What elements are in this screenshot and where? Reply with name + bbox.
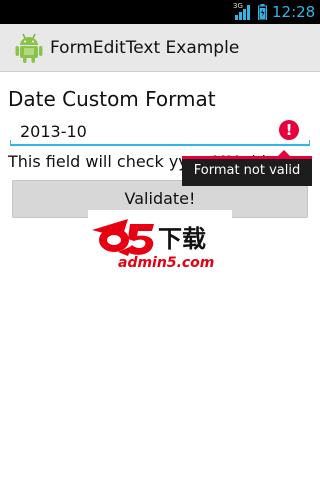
clock: 12:28 <box>272 3 316 21</box>
app-title: FormEditText Example <box>50 38 240 58</box>
battery-icon <box>258 4 267 20</box>
date-input-field[interactable]: 2013-10 <box>10 116 310 148</box>
error-popup-stripe <box>182 156 312 159</box>
field-label: Date Custom Format <box>8 87 216 111</box>
watermark-logo: 下载 admin5.com <box>88 210 232 271</box>
error-icon[interactable]: ! <box>279 120 299 140</box>
svg-text:admin5.com: admin5.com <box>118 255 214 270</box>
action-bar: FormEditText Example <box>0 24 320 72</box>
error-popup: Format not valid <box>182 150 312 186</box>
a5-logo-icon: 下载 admin5.com <box>92 219 214 271</box>
signal-icon <box>235 5 250 20</box>
date-input-value[interactable]: 2013-10 <box>20 122 87 142</box>
svg-text:下载: 下载 <box>158 225 206 253</box>
android-icon[interactable] <box>12 31 46 65</box>
input-underline <box>10 140 310 146</box>
error-message: Format not valid <box>193 163 301 178</box>
status-bar: 3G 12:28 <box>0 0 320 24</box>
